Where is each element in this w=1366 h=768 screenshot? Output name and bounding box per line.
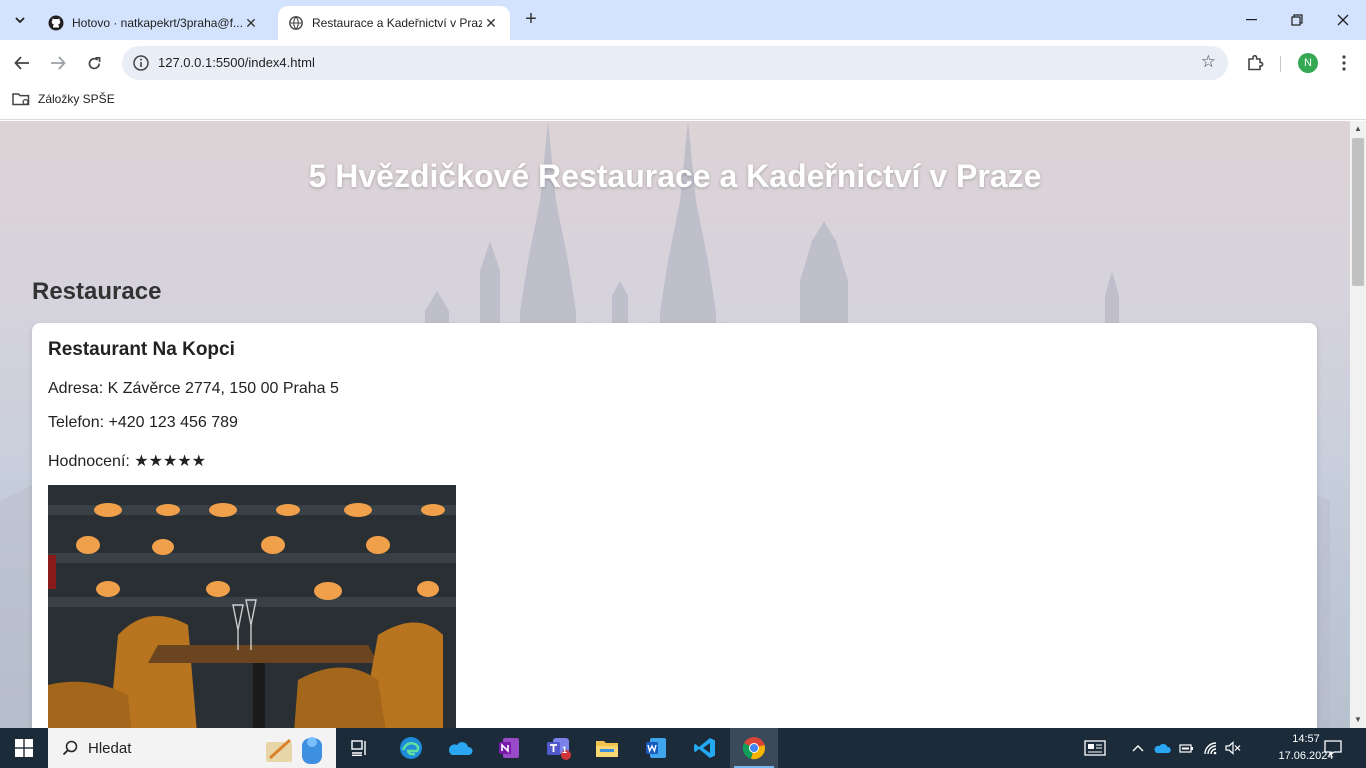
site-info-icon[interactable]: [132, 54, 150, 72]
close-tab-icon[interactable]: ✕: [242, 15, 260, 32]
close-icon: [1337, 14, 1349, 26]
tray-network[interactable]: [1200, 728, 1222, 768]
teams-icon: [547, 738, 571, 760]
windows-logo-icon: [15, 739, 33, 757]
restaurant-phone: Telefon: +420 123 456 789: [48, 414, 238, 431]
task-view-icon: [351, 740, 366, 756]
back-button[interactable]: [8, 49, 36, 77]
puzzle-icon: [1248, 54, 1264, 71]
restore-icon: [1291, 14, 1303, 26]
profile-button[interactable]: N: [1294, 49, 1322, 77]
minimize-icon: [1245, 19, 1257, 21]
word-button[interactable]: [632, 728, 680, 768]
wifi-icon: [1204, 742, 1217, 755]
vscode-icon: [694, 738, 715, 758]
windows-taskbar: Hledat 1 14:57 17.06.2024: [0, 728, 1366, 768]
tab-restaurace[interactable]: Restaurace a Kadeřnictví v Praze ✕: [278, 6, 510, 40]
bookmark-folder-icon: [12, 93, 30, 106]
bookmark-label: Záložky SPŠE: [38, 92, 115, 106]
start-button[interactable]: [0, 728, 48, 768]
teams-badge: 1: [562, 745, 568, 755]
minimize-button[interactable]: [1228, 0, 1274, 40]
tab-strip: Hotovo · natkapekrt/3praha@f... ✕ Restau…: [0, 0, 1366, 40]
search-highlight-icon: [266, 737, 322, 764]
search-icon: [62, 740, 78, 756]
url-text[interactable]: 127.0.0.1:5500/index4.html: [158, 55, 315, 70]
notifications-button[interactable]: [1320, 728, 1346, 768]
task-view-button[interactable]: [336, 728, 384, 768]
reload-icon: [88, 56, 100, 69]
bookmarks-bar: Záložky SPŠE: [0, 86, 1366, 120]
browser-toolbar: 127.0.0.1:5500/index4.html ☆ N: [0, 40, 1366, 86]
restaurant-photo: [48, 485, 456, 728]
scroll-down-arrow-icon[interactable]: ▼: [1350, 712, 1366, 728]
scrollbar-thumb[interactable]: [1352, 138, 1364, 286]
menu-button[interactable]: [1330, 49, 1358, 77]
restaurant-address: Adresa: K Závěrce 2774, 150 00 Praha 5: [48, 380, 339, 397]
new-tab-button[interactable]: +: [519, 8, 543, 32]
forward-button[interactable]: [44, 49, 72, 77]
page-scrollbar[interactable]: ▲ ▼: [1350, 121, 1366, 728]
vscode-button[interactable]: [681, 728, 729, 768]
tray-overflow-button[interactable]: [1128, 728, 1148, 768]
chevron-down-icon: [15, 17, 25, 23]
tray-battery[interactable]: [1176, 728, 1198, 768]
restaurant-card: Restaurant Na Kopci Adresa: K Závěrce 27…: [32, 323, 1317, 728]
bookmark-star-icon[interactable]: ☆: [1201, 52, 1216, 72]
address-bar[interactable]: 127.0.0.1:5500/index4.html ☆: [122, 46, 1228, 80]
restaurant-rating: Hodnocení: ★★★★★: [48, 453, 206, 470]
file-explorer-icon: [596, 741, 618, 757]
bookmark-folder[interactable]: Záložky SPŠE: [12, 92, 115, 106]
tray-volume[interactable]: [1222, 728, 1244, 768]
tab-title: Restaurace a Kadeřnictví v Praze: [312, 16, 482, 30]
onedrive-icon: [448, 742, 473, 755]
tab-github[interactable]: Hotovo · natkapekrt/3praha@f... ✕: [38, 6, 270, 40]
search-placeholder: Hledat: [88, 739, 132, 757]
battery-icon: [1179, 744, 1193, 753]
page-viewport[interactable]: 5 Hvězdičkové Restaurace a Kadeřnictví v…: [0, 121, 1350, 728]
news-widget-button[interactable]: [1080, 728, 1110, 768]
section-title: Restaurace: [32, 278, 162, 305]
extensions-button[interactable]: [1242, 49, 1268, 77]
restore-button[interactable]: [1274, 0, 1320, 40]
chevron-up-icon: [1132, 745, 1144, 752]
scroll-up-arrow-icon[interactable]: ▲: [1350, 121, 1366, 137]
tray-onedrive[interactable]: [1151, 728, 1173, 768]
chrome-button[interactable]: [730, 728, 778, 768]
page-title: 5 Hvězdičkové Restaurace a Kadeřnictví v…: [308, 158, 1042, 194]
arrow-right-icon: [51, 56, 66, 70]
close-tab-icon[interactable]: ✕: [482, 15, 500, 32]
edge-button[interactable]: [387, 728, 435, 768]
taskbar-search[interactable]: Hledat: [48, 728, 336, 768]
file-explorer-button[interactable]: [583, 728, 631, 768]
arrow-left-icon: [14, 56, 29, 70]
reload-button[interactable]: [80, 49, 108, 77]
github-icon: [48, 15, 64, 31]
teams-button[interactable]: 1: [534, 728, 582, 768]
toolbar-separator: [1280, 56, 1281, 72]
chrome-icon: [742, 737, 765, 760]
onedrive-button[interactable]: [436, 728, 484, 768]
edge-icon: [400, 737, 422, 759]
word-icon: [646, 738, 666, 758]
tab-search-button[interactable]: [8, 8, 32, 32]
notification-icon: [1324, 740, 1342, 756]
onenote-button[interactable]: [485, 728, 533, 768]
more-vertical-icon: [1342, 55, 1346, 71]
avatar: N: [1298, 53, 1318, 73]
tab-title: Hotovo · natkapekrt/3praha@f...: [72, 16, 242, 30]
cloud-icon: [1154, 743, 1171, 753]
news-icon: [1084, 740, 1106, 756]
volume-muted-icon: [1225, 741, 1241, 755]
onenote-icon: [499, 738, 519, 758]
restaurant-name: Restaurant Na Kopci: [48, 339, 235, 360]
globe-icon: [288, 15, 304, 31]
close-window-button[interactable]: [1320, 0, 1366, 40]
